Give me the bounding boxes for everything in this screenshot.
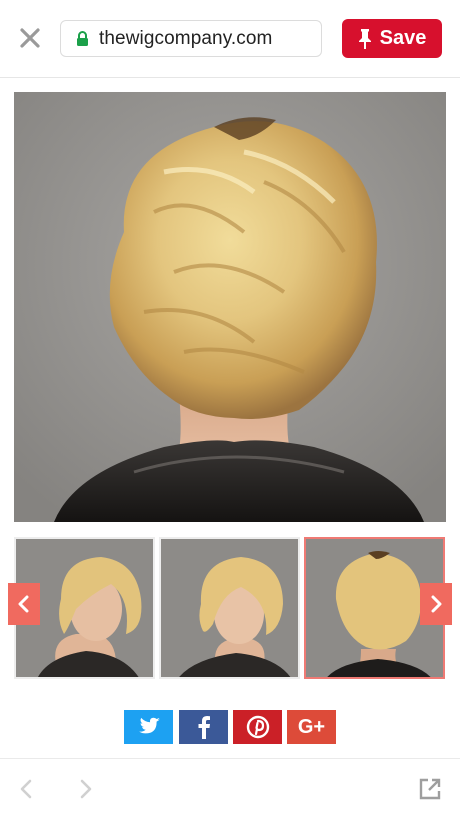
main-hairstyle-image[interactable] [14, 92, 446, 522]
thumbnail-strip [14, 537, 446, 679]
bottom-navigation [0, 758, 460, 818]
close-button[interactable] [14, 22, 46, 54]
chevron-right-icon [431, 595, 442, 613]
thumbnail-front-view[interactable] [159, 537, 300, 679]
gallery-next-button[interactable] [420, 583, 452, 625]
pinterest-icon [246, 715, 269, 739]
forward-button[interactable] [74, 777, 98, 801]
share-twitter-button[interactable] [124, 710, 173, 744]
url-bar[interactable]: thewigcompany.com [60, 20, 322, 57]
chevron-left-icon [18, 595, 29, 613]
share-facebook-button[interactable] [179, 710, 228, 744]
google-plus-icon: G+ [297, 715, 326, 738]
hairstyle-photo [14, 92, 446, 522]
share-google-plus-button[interactable]: G+ [287, 710, 336, 744]
twitter-icon [138, 717, 160, 734]
open-external-icon [419, 778, 441, 800]
back-arrow-icon [20, 779, 32, 799]
forward-arrow-icon [80, 779, 92, 799]
save-button[interactable]: Save [342, 19, 442, 58]
url-text: thewigcompany.com [99, 27, 273, 49]
back-button[interactable] [14, 777, 38, 801]
facebook-icon [198, 716, 210, 739]
close-icon [20, 28, 40, 48]
save-label: Save [379, 27, 427, 49]
share-pinterest-button[interactable] [233, 710, 282, 744]
pin-icon [358, 28, 371, 49]
top-bar: thewigcompany.com Save [0, 0, 460, 78]
lock-icon [75, 30, 89, 47]
open-in-browser-button[interactable] [418, 777, 442, 801]
gallery-prev-button[interactable] [8, 583, 40, 625]
